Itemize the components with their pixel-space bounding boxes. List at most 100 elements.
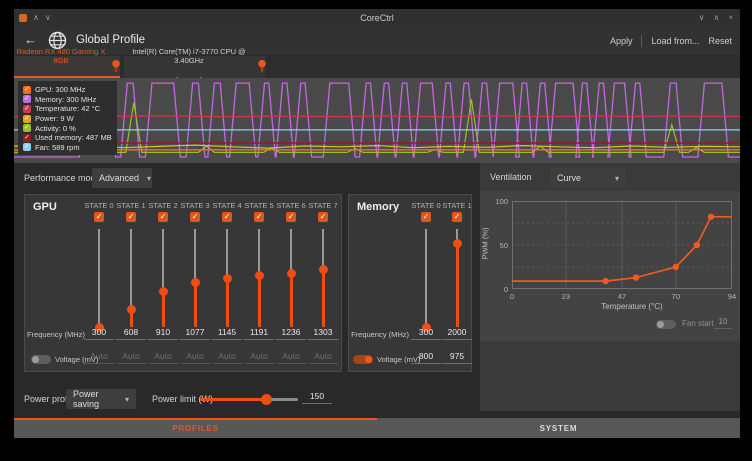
state-slider-handle[interactable] [319, 265, 328, 274]
legend-item: ✓Activity: 0 % [23, 123, 112, 133]
close-icon[interactable]: × [728, 9, 733, 27]
state-frequency-value[interactable]: 300 [411, 327, 441, 340]
reset-button[interactable]: Reset [708, 36, 732, 46]
state-frequency-value[interactable]: 300 [84, 327, 114, 340]
load-from-button[interactable]: Load from... [651, 36, 699, 46]
performance-mode-dropdown[interactable]: Advanced ▾ [92, 168, 152, 188]
state-checkbox[interactable]: ✓ [94, 212, 104, 222]
state-slider-track[interactable] [425, 229, 427, 327]
state-column: STATE 1✓2000975 [440, 201, 474, 363]
ventilation-mode-dropdown[interactable]: Curve ▾ [550, 168, 626, 188]
fan-curve-point[interactable] [708, 214, 714, 220]
state-slider-handle[interactable] [191, 278, 200, 287]
state-checkbox[interactable]: ✓ [421, 212, 431, 222]
fan-curve-point[interactable] [633, 274, 639, 280]
state-checkbox[interactable]: ✓ [452, 212, 462, 222]
tab-cpu-device[interactable]: Intel(R) Core(TM) i7-3770 CPU @ 3.40GHz … [124, 56, 266, 78]
state-checkbox[interactable]: ✓ [190, 212, 200, 222]
state-checkbox[interactable]: ✓ [222, 212, 232, 222]
y-tick-label: 100 [488, 197, 508, 206]
tab-system[interactable]: SYSTEM [377, 420, 740, 438]
state-checkbox[interactable]: ✓ [318, 212, 328, 222]
state-slider-handle[interactable] [223, 274, 232, 283]
state-label: STATE 0 [82, 201, 116, 210]
state-voltage-value[interactable]: Auto [276, 351, 306, 364]
voltage-toggle[interactable] [353, 355, 373, 364]
state-slider-fill [162, 292, 165, 327]
state-frequency-value[interactable]: 1191 [244, 327, 274, 340]
state-voltage-value[interactable]: Auto [148, 351, 178, 364]
state-checkbox[interactable]: ✓ [126, 212, 136, 222]
tab-profiles[interactable]: PROFILES [14, 420, 377, 438]
legend-checkbox[interactable]: ✓ [23, 86, 31, 94]
state-slider-handle[interactable] [287, 269, 296, 278]
x-tick-label: 23 [554, 292, 578, 301]
state-slider-track[interactable] [98, 229, 100, 327]
state-slider-handle[interactable] [127, 305, 136, 314]
state-frequency-value[interactable]: 1236 [276, 327, 306, 340]
legend-label: Temperature: 42 °C [35, 104, 100, 113]
state-frequency-value[interactable]: 2000 [442, 327, 472, 340]
state-checkbox[interactable]: ✓ [158, 212, 168, 222]
fan-curve-plot[interactable] [512, 201, 732, 289]
temperature-series-line [14, 116, 740, 117]
chevron-down-icon: ▾ [147, 174, 151, 183]
state-checkbox[interactable]: ✓ [286, 212, 296, 222]
fan-start-value[interactable]: 10 [714, 317, 732, 329]
state-label: STATE 7 [306, 201, 340, 210]
state-voltage-value[interactable]: Auto [180, 351, 210, 364]
fan-curve-point[interactable] [694, 242, 700, 248]
power-limit-slider[interactable] [200, 398, 298, 401]
state-column: STATE 0✓300Auto [82, 201, 116, 363]
legend-checkbox[interactable]: ✓ [23, 124, 31, 132]
state-frequency-value[interactable]: 910 [148, 327, 178, 340]
state-slider-fill [258, 276, 261, 327]
state-frequency-value[interactable]: 1303 [308, 327, 338, 340]
state-slider-handle[interactable] [255, 271, 264, 280]
state-frequency-value[interactable]: 608 [116, 327, 146, 340]
maximize-icon[interactable]: ∧ [713, 9, 719, 27]
bottom-tab-bar: PROFILES SYSTEM [14, 418, 740, 438]
chevron-down-icon: ▾ [615, 174, 619, 183]
state-voltage-value[interactable]: 975 [442, 351, 472, 364]
legend-checkbox[interactable]: ✓ [23, 143, 31, 151]
power-limit-slider-handle[interactable] [261, 394, 272, 405]
state-slider-handle[interactable] [159, 287, 168, 296]
power-limit-value[interactable]: 150 [302, 391, 332, 404]
legend-checkbox[interactable]: ✓ [23, 134, 31, 142]
state-checkbox[interactable]: ✓ [254, 212, 264, 222]
state-frequency-value[interactable]: 1145 [212, 327, 242, 340]
frequency-row-label: Frequency (MHz) [27, 330, 79, 339]
legend-checkbox[interactable]: ✓ [23, 95, 31, 103]
fan-curve-point[interactable] [673, 264, 679, 270]
minimize-icon[interactable]: ∨ [699, 9, 705, 27]
power-profile-dropdown[interactable]: Power saving ▾ [66, 389, 136, 409]
x-tick-label: 70 [664, 292, 688, 301]
legend-checkbox[interactable]: ✓ [23, 115, 31, 123]
voltage-toggle[interactable] [31, 355, 51, 364]
legend-item: ✓Power: 9 W [23, 114, 112, 124]
state-voltage-value[interactable]: Auto [244, 351, 274, 364]
state-voltage-value[interactable]: Auto [308, 351, 338, 364]
state-column: STATE 1✓608Auto [114, 201, 148, 363]
tab-gpu-device[interactable]: Radeon RX 480 Gaming X 8GB [GPU 0] [14, 56, 120, 78]
state-voltage-value[interactable]: Auto [212, 351, 242, 364]
legend-checkbox[interactable]: ✓ [23, 105, 31, 113]
chevron-down-icon: ▾ [125, 395, 129, 404]
fan-curve-point[interactable] [602, 278, 608, 284]
legend-item: ✓ Temperature: 42 °C [23, 104, 112, 114]
state-slider-handle[interactable] [453, 239, 462, 248]
gpu-states-panel: GPUSTATE 0✓300AutoSTATE 1✓608AutoSTATE 2… [24, 194, 342, 372]
back-button[interactable]: ← [24, 32, 37, 47]
profile-content: Performance mode Advanced ▾ GPUSTATE 0✓3… [14, 163, 740, 418]
window-title: CoreCtrl [14, 9, 740, 27]
thermometer-icon [258, 59, 266, 74]
state-label: STATE 0 [409, 201, 443, 210]
state-frequency-value[interactable]: 1077 [180, 327, 210, 340]
frequency-row-label: Frequency (MHz) [351, 330, 409, 339]
fan-start-toggle[interactable] [656, 320, 676, 329]
state-voltage-value[interactable]: Auto [116, 351, 146, 364]
state-column: STATE 0✓300800 [409, 201, 443, 363]
performance-mode-label: Performance mode [24, 173, 101, 183]
apply-button[interactable]: Apply [610, 36, 633, 46]
